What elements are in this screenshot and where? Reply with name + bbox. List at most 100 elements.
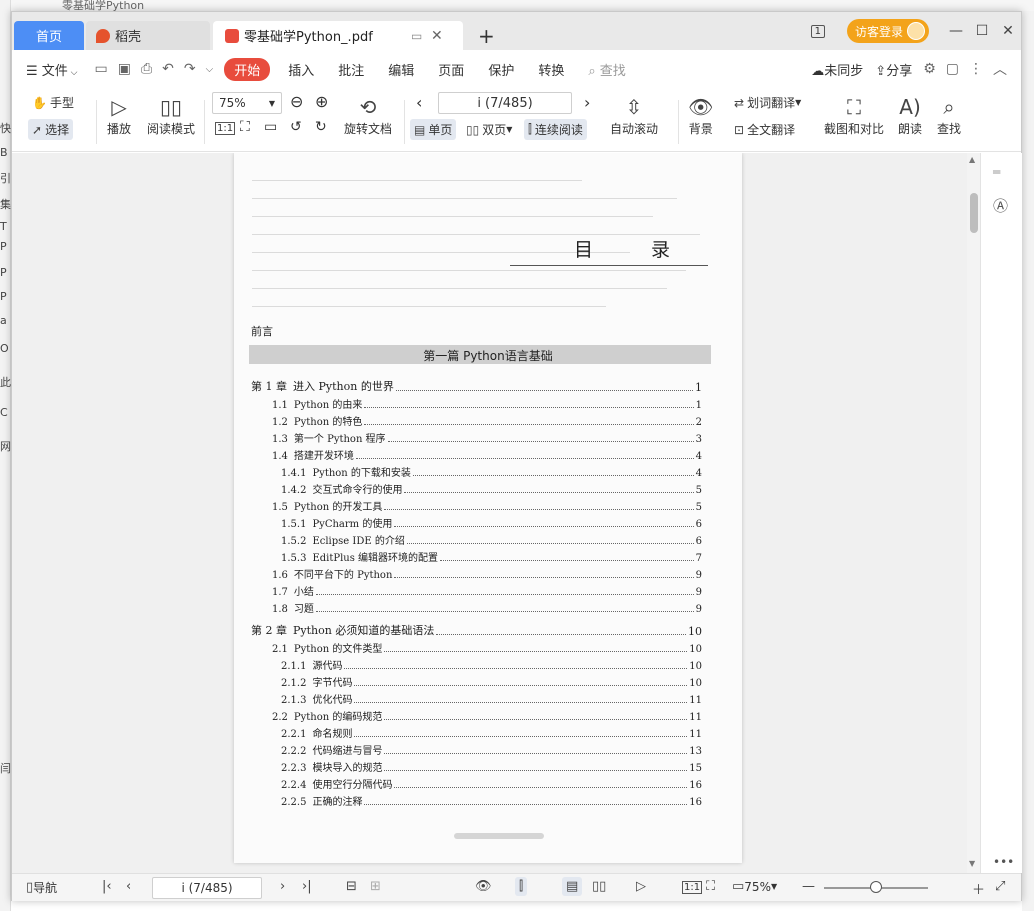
back-view-button[interactable]: ⊟ [346,879,357,894]
translate-panel-icon[interactable]: Ⓐ [993,195,1008,216]
toc-entry[interactable]: 1.5 Python 的开发工具 5 [272,497,702,513]
toc-entry[interactable]: 1.2 Python 的特色 2 [272,412,702,428]
background-button[interactable]: 👁 背景 [688,94,713,137]
tab-pdf-document[interactable]: 零基础学Python_.pdf ▭ ✕ [213,21,463,50]
toc-entry[interactable]: 1.4.1 Python 的下载和安装 4 [281,463,702,479]
hand-tool-button[interactable]: ✋ 手型 [32,94,74,111]
menu-insert[interactable]: 插入 [276,60,326,79]
tab-daoke[interactable]: 稻壳 [86,21,210,50]
sync-status[interactable]: ☁未同步 [805,60,869,79]
toc-entry[interactable]: 2.2.5 正确的注释 16 [281,792,702,808]
play-button[interactable]: ▷ 播放 [107,94,131,137]
navigation-button[interactable]: ▯ 导航 [26,879,57,896]
continuous-reading-button[interactable]: ⫿ 连续阅读 [524,119,587,140]
toc-entry[interactable]: 2.2.2 代码缩进与冒号 13 [281,741,702,757]
window-count-icon[interactable]: 1 [810,24,825,38]
open-folder-icon[interactable]: ▭ [95,61,108,77]
reading-mode-button[interactable]: ▯▯ 阅读模式 [147,94,195,137]
zoom-in-button[interactable]: ⊕ [315,92,328,111]
double-page-status-button[interactable]: ▯▯ [592,879,606,894]
maximize-icon[interactable]: ☐ [969,23,995,39]
share-button[interactable]: ⇪分享 [869,60,918,79]
toc-entry[interactable]: 1.6 不同平台下的 Python 9 [272,565,702,581]
vertical-scrollbar[interactable]: ▲ ▼ [967,153,980,873]
menu-edit[interactable]: 编辑 [376,60,426,79]
document-viewer[interactable]: 目 录 前言 第一篇 Python语言基础 第 1 章进入 Python 的世界… [12,153,980,873]
rotate-document-button[interactable]: ⟲ 旋转文档 [344,94,392,137]
menu-protect[interactable]: 保护 [476,60,526,79]
scroll-down-icon[interactable]: ▼ [969,859,975,868]
toc-entry[interactable]: 1.5.3 EditPlus 编辑器环境的配置 7 [281,548,702,564]
full-translate-button[interactable]: ⊡ 全文翻译 [734,121,795,138]
fit-width-button[interactable]: ▭ [264,119,277,135]
more-options-icon[interactable]: ••• [993,855,1014,869]
menu-convert[interactable]: 转换 [526,60,576,79]
next-page-status-button[interactable]: › [280,879,285,894]
toc-entry[interactable]: 1.7 小结 9 [272,582,702,598]
zoom-select[interactable]: 75% ▼ [212,92,282,114]
comment-icon[interactable]: ▢ [946,61,959,77]
toc-entry[interactable]: 2.2 Python 的编码规范 11 [272,707,702,723]
save-icon[interactable]: ▣ [118,61,131,77]
zoom-out-status-button[interactable]: — [802,879,815,894]
toc-entry[interactable]: 2.2.4 使用空行分隔代码 16 [281,775,702,791]
menu-annotate[interactable]: 批注 [326,60,376,79]
toc-entry[interactable]: 2.1.3 优化代码 11 [281,690,702,706]
menu-start[interactable]: 开始 [224,57,271,81]
eye-protect-button[interactable]: 👁 [475,879,492,894]
first-page-button[interactable]: |‹ [102,879,112,894]
zoom-out-button[interactable]: ⊖ [290,92,303,111]
single-page-status-button[interactable]: ▤ [562,877,583,896]
toc-entry[interactable]: 1.5.2 Eclipse IDE 的介绍 6 [281,531,702,547]
play-status-button[interactable]: ▷ [636,879,646,894]
prev-page-status-button[interactable]: ‹ [126,879,131,894]
undo-icon[interactable]: ↶ [162,61,174,77]
last-page-button[interactable]: ›| [302,879,312,894]
toc-entry[interactable]: 2.2.3 模块导入的规范 15 [281,758,702,774]
settings-gear-icon[interactable]: ⚙ [923,61,936,77]
fullscreen-button[interactable]: ⤢ [995,879,1005,894]
rotate-left-button[interactable]: ↺ [290,119,302,135]
panel-handle-icon[interactable]: ═ [993,165,1000,179]
toc-entry[interactable]: 1.3 第一个 Python 程序 3 [272,429,702,445]
toc-entry[interactable]: 1.5.1 PyCharm 的使用 6 [281,514,702,530]
toc-entry[interactable]: 1.4.2 交互式命令行的使用 5 [281,480,702,496]
toc-entry[interactable]: 第 1 章进入 Python 的世界 1 [251,378,702,394]
select-tool-button[interactable]: ➚ 选择 [28,119,74,140]
print-icon[interactable]: ⎙ [141,61,152,77]
tab-float-icon[interactable]: ▭ [411,29,422,43]
tab-close-icon[interactable]: ✕ [431,28,443,44]
read-aloud-button[interactable]: A) 朗读 [898,94,922,137]
tab-home[interactable]: 首页 [14,21,84,50]
find-button[interactable]: ⌕ 查找 [937,94,961,137]
redo-icon[interactable]: ↷ [184,61,196,77]
search-box[interactable]: ⌕ 查找 [576,60,637,79]
single-page-button[interactable]: ▤ 单页 [410,119,457,140]
close-window-icon[interactable]: ✕ [995,23,1021,39]
more-vertical-icon[interactable]: ⋮ [969,61,983,77]
next-page-button[interactable]: › [584,93,590,112]
continuous-status-button[interactable]: ⫿ [515,877,528,896]
file-menu[interactable]: ☰ 文件 ⌵ [12,60,90,79]
page-number-input[interactable]: i (7/485) [438,92,572,114]
screenshot-compare-button[interactable]: ⛶ 截图和对比 [824,94,884,137]
menu-page[interactable]: 页面 [426,60,476,79]
fit-page-status-button[interactable]: ⛶ [706,879,715,894]
more-dropdown-icon[interactable]: ⌵ [206,64,214,75]
zoom-status-select[interactable]: ▭ 75% ▼ [732,879,777,894]
toc-entry[interactable]: 1.8 习题 9 [272,599,702,615]
new-tab-button[interactable]: + [478,24,495,48]
toc-entry[interactable]: 2.2.1 命名规则 11 [281,724,702,740]
toc-entry[interactable]: 1.4 搭建开发环境 4 [272,446,702,462]
word-translate-button[interactable]: ⇄ 划词翻译 ▼ [734,94,801,111]
toc-entry[interactable]: 2.1.2 字节代码 10 [281,673,702,689]
collapse-ribbon-icon[interactable]: ︿ [993,59,1007,79]
actual-size-button[interactable]: 1:1 [215,122,236,135]
toc-entry[interactable]: 第 2 章 Python 必须知道的基础语法 10 [251,622,702,638]
status-page-input[interactable]: i (7/485) [152,877,262,899]
actual-size-status-button[interactable]: 1:1 [682,881,703,894]
double-page-button[interactable]: ▯▯ 双页 ▼ [466,121,512,138]
toc-entry[interactable]: 2.1 Python 的文件类型 10 [272,639,702,655]
rotate-right-button[interactable]: ↻ [315,119,327,135]
auto-scroll-button[interactable]: ⇳ 自动滚动 [610,94,658,137]
